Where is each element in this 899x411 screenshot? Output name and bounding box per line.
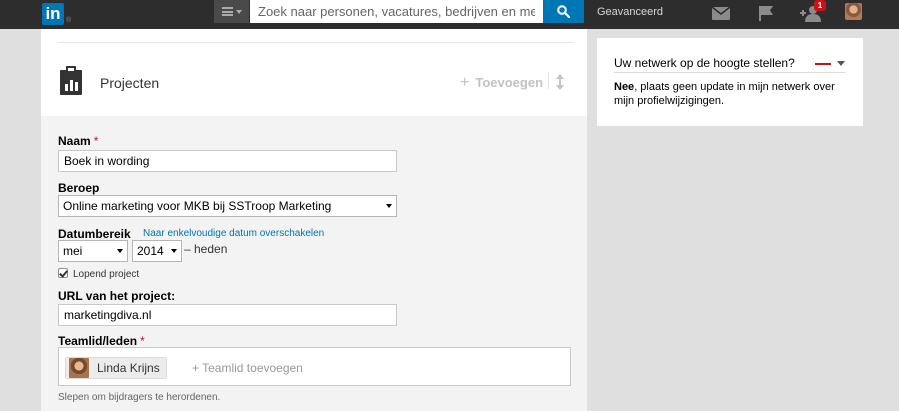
ongoing-label: Lopend project bbox=[73, 269, 140, 280]
occupation-value: Online marketing voor MKB bij SSTroop Ma… bbox=[63, 199, 332, 213]
single-date-toggle-link[interactable]: Naar enkelvoudige datum overschakelen bbox=[143, 228, 324, 239]
team-members-field[interactable]: Linda Krijns + Teamlid toevoegen bbox=[58, 347, 571, 386]
network-update-question: Uw netwerk op de hoogte stellen? bbox=[614, 56, 795, 70]
ongoing-checkbox[interactable] bbox=[58, 268, 68, 278]
date-end-text: – heden bbox=[184, 242, 228, 256]
projects-editor-card: Projecten + Toevoegen Naam* Beroep Onlin… bbox=[41, 29, 587, 411]
search-icon bbox=[557, 5, 570, 18]
search-input[interactable] bbox=[250, 0, 543, 23]
network-update-answer: Nee, plaats geen update in mijn netwerk … bbox=[614, 80, 846, 108]
occupation-label: Beroep bbox=[58, 181, 100, 195]
month-value: mei bbox=[63, 244, 83, 258]
plus-icon: + bbox=[460, 74, 470, 91]
team-member-name: Linda Krijns bbox=[97, 361, 160, 375]
chevron-down-icon[interactable] bbox=[837, 61, 845, 66]
envelope-icon[interactable] bbox=[711, 4, 731, 22]
notification-badge: 1 bbox=[814, 0, 826, 11]
url-field[interactable] bbox=[58, 304, 397, 326]
up-down-arrow-icon[interactable] bbox=[555, 74, 565, 90]
drag-hint-text: Slepen om bijdragers te herordenen. bbox=[58, 392, 221, 403]
chevron-down-icon bbox=[235, 9, 242, 14]
add-team-member-input[interactable]: + Teamlid toevoegen bbox=[192, 361, 303, 375]
project-form: Naam* Beroep Online marketing voor MKB b… bbox=[41, 116, 587, 411]
logo-in-box: in bbox=[42, 3, 64, 25]
avatar bbox=[69, 358, 89, 378]
flag-icon[interactable] bbox=[757, 4, 775, 22]
date-range-label: Datumbereik bbox=[58, 227, 131, 241]
search-button[interactable] bbox=[543, 0, 584, 23]
linkedin-logo[interactable]: in ® bbox=[41, 3, 71, 25]
menu-icon[interactable] bbox=[214, 0, 249, 23]
chevron-down-icon bbox=[171, 249, 177, 253]
advanced-search-link[interactable]: Geavanceerd bbox=[597, 6, 663, 18]
chevron-down-icon bbox=[386, 204, 392, 208]
section-title: Projecten bbox=[100, 75, 160, 91]
required-mark: * bbox=[93, 134, 99, 148]
section-header: Projecten + Toevoegen bbox=[41, 43, 587, 116]
add-project-label: Toevoegen bbox=[475, 75, 544, 90]
year-select[interactable]: 2014 bbox=[132, 240, 182, 262]
divider bbox=[614, 72, 846, 73]
avatar[interactable] bbox=[845, 3, 862, 20]
month-select[interactable]: mei bbox=[58, 240, 128, 262]
required-mark: * bbox=[140, 334, 145, 348]
team-label: Teamlid/leden * bbox=[58, 334, 145, 348]
name-field[interactable] bbox=[58, 150, 397, 172]
url-label: URL van het project: bbox=[58, 289, 176, 303]
year-value: 2014 bbox=[137, 244, 164, 258]
network-update-panel: Uw netwerk op de hoogte stellen? Nee, pl… bbox=[597, 38, 863, 126]
answer-text: , plaats geen update in mijn netwerk ove… bbox=[614, 81, 835, 107]
occupation-select[interactable]: Online marketing voor MKB bij SSTroop Ma… bbox=[58, 195, 397, 217]
top-navigation-bar: in ® Geavanceerd 1 bbox=[0, 0, 899, 29]
answer-bold: Nee bbox=[614, 81, 635, 93]
logo-registered-mark: ® bbox=[66, 16, 72, 24]
chevron-down-icon bbox=[117, 249, 123, 253]
name-label: Naam * bbox=[58, 134, 99, 148]
status-indicator bbox=[815, 63, 831, 65]
add-project-button[interactable]: + Toevoegen bbox=[460, 74, 544, 91]
divider bbox=[548, 73, 549, 89]
projects-clipboard-icon bbox=[60, 66, 82, 95]
team-member-chip[interactable]: Linda Krijns bbox=[65, 357, 167, 379]
